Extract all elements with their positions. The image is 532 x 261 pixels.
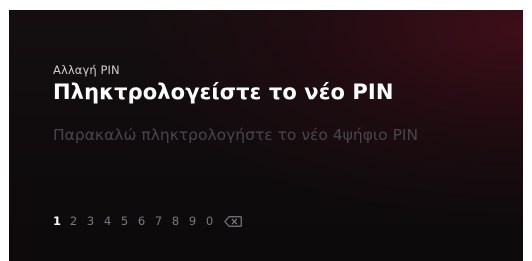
screen-subtitle: Αλλαγή PIN <box>53 63 120 77</box>
key-0[interactable]: 0 <box>201 212 218 230</box>
key-2[interactable]: 2 <box>65 212 82 230</box>
pin-instruction-text: Παρακαλώ πληκτρολογήστε το νέο 4ψήφιο PI… <box>53 126 419 144</box>
key-6[interactable]: 6 <box>133 212 150 230</box>
pin-change-screen: Αλλαγή PIN Πληκτρολογείστε το νέο PIN Πα… <box>9 10 523 261</box>
key-1[interactable]: 1 <box>53 212 65 230</box>
page-title: Πληκτρολογείστε το νέο PIN <box>53 80 394 104</box>
pin-keypad: 1 2 3 4 5 6 7 8 9 0 <box>53 212 248 230</box>
key-9[interactable]: 9 <box>184 212 201 230</box>
key-4[interactable]: 4 <box>99 212 116 230</box>
key-3[interactable]: 3 <box>82 212 99 230</box>
key-7[interactable]: 7 <box>150 212 167 230</box>
backspace-icon <box>224 215 242 227</box>
key-8[interactable]: 8 <box>167 212 184 230</box>
key-5[interactable]: 5 <box>116 212 133 230</box>
backspace-key[interactable] <box>218 215 248 227</box>
